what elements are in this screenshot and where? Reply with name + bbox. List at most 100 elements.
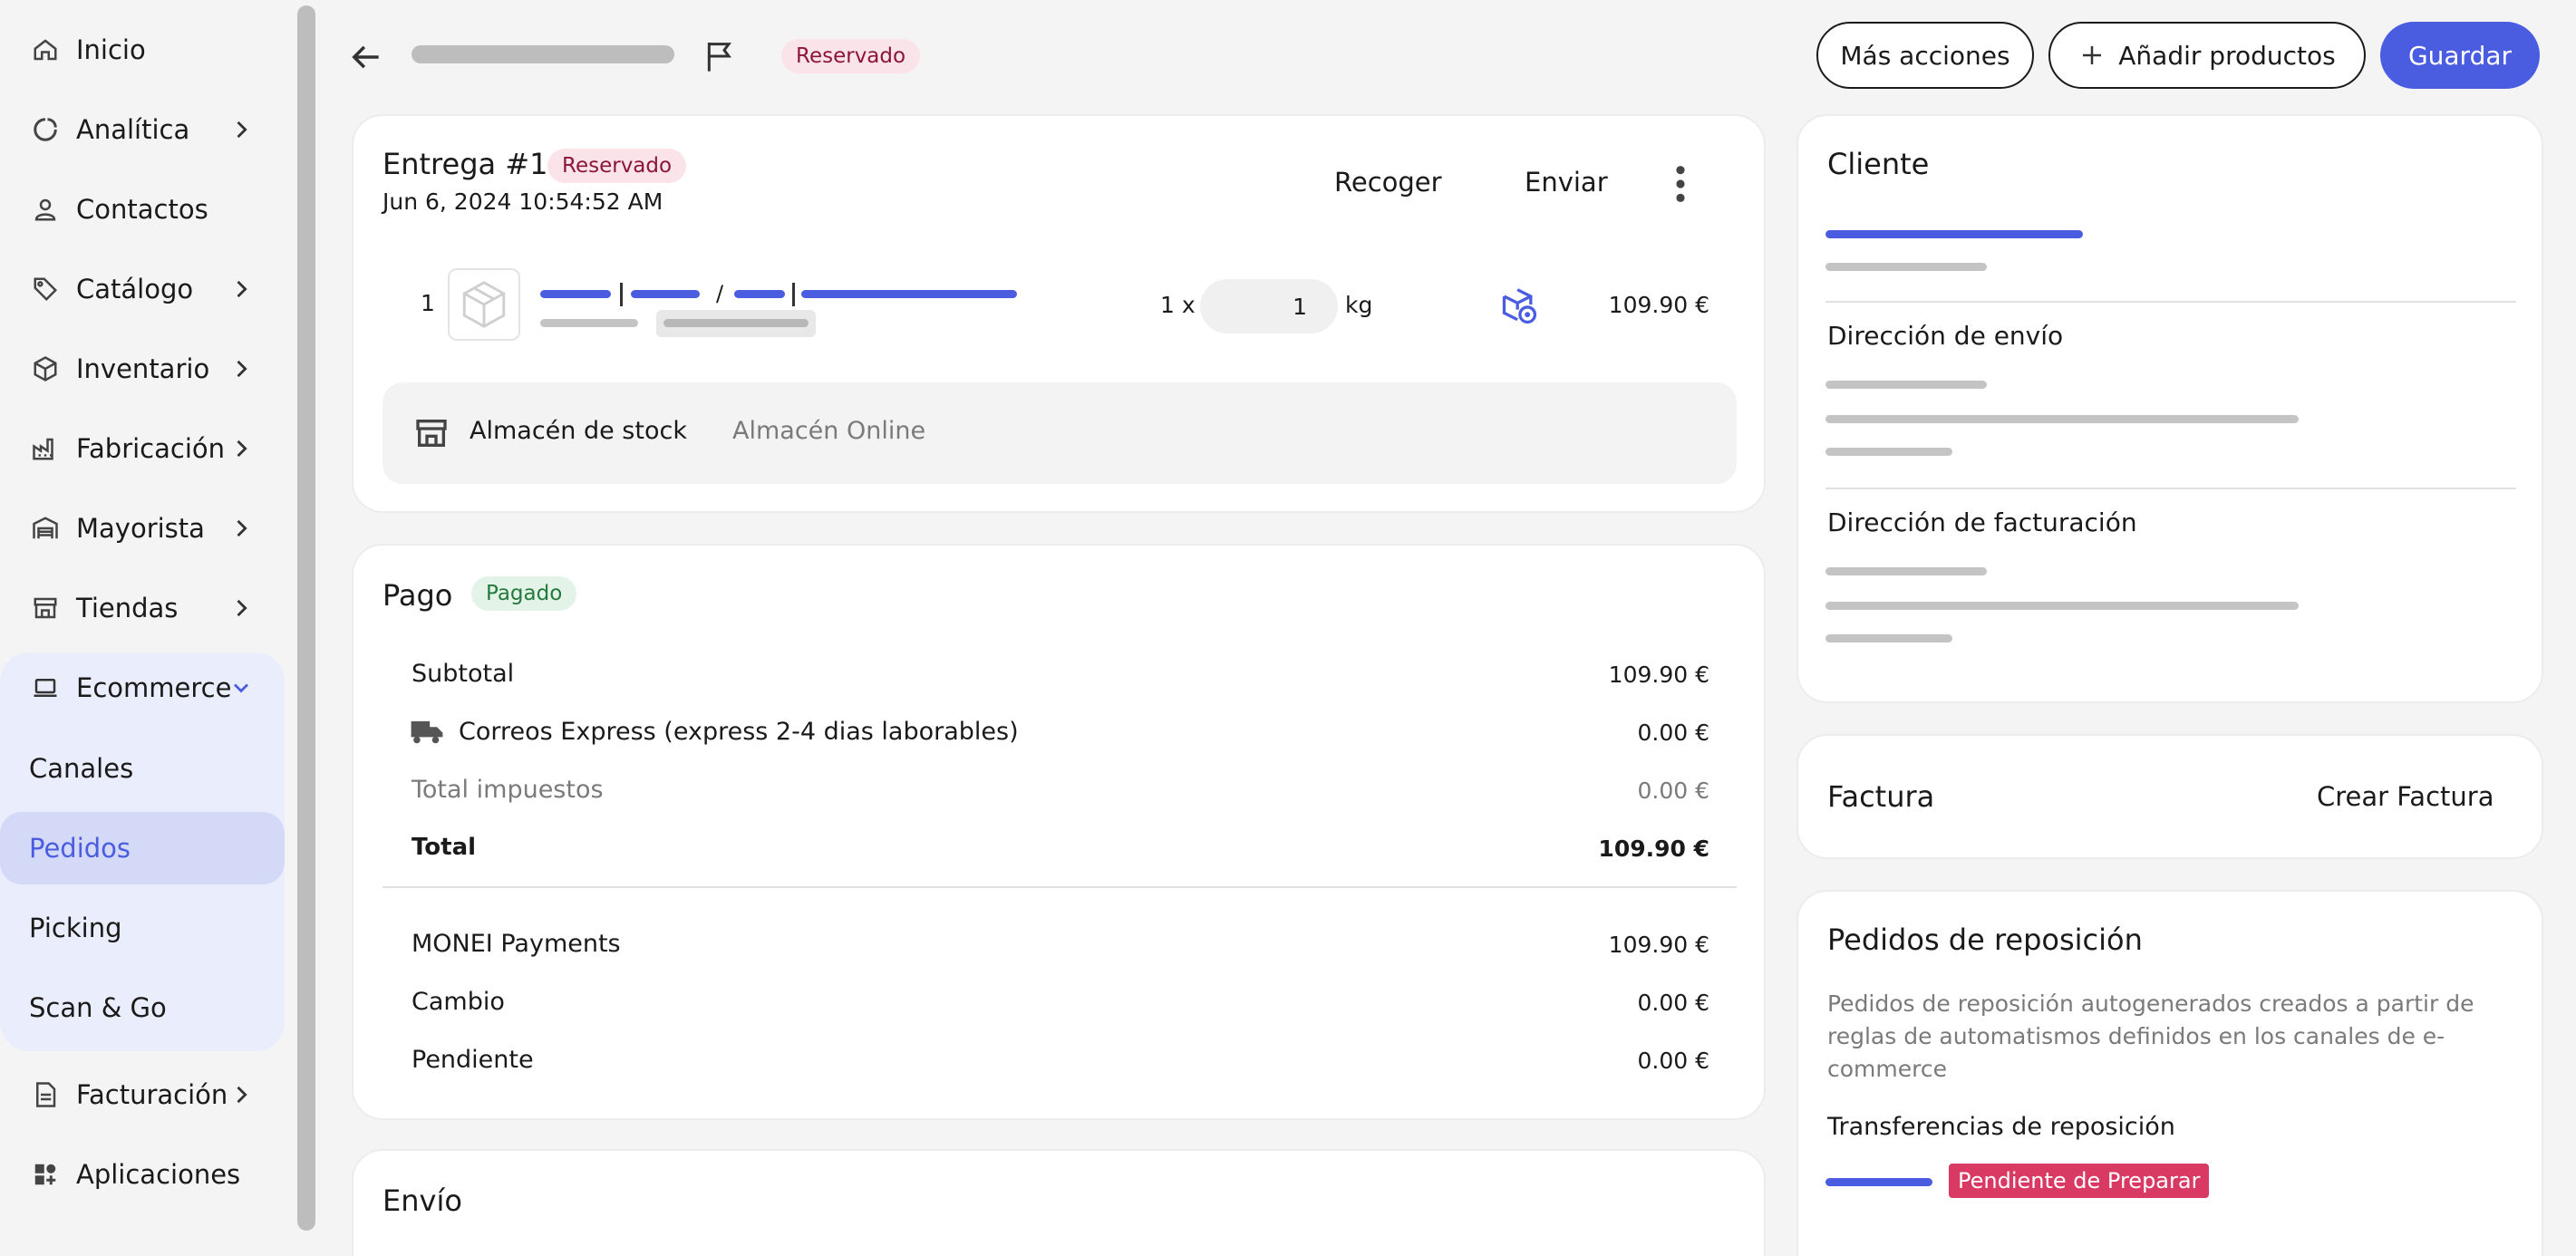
transfers-title: Transferencias de reposición — [1827, 1113, 2175, 1141]
truck-icon — [411, 720, 443, 744]
change-value: 0.00 € — [1637, 990, 1709, 1016]
chevron-right-icon — [237, 1086, 247, 1104]
sidebar-item-label: Facturación — [76, 1079, 228, 1110]
replenishment-card: Pedidos de reposición Pedidos de reposic… — [1796, 890, 2543, 1256]
separator — [792, 283, 795, 306]
chevron-down-icon — [234, 683, 248, 693]
product-sku-placeholder — [801, 290, 1017, 298]
sidebar-item-label: Inventario — [76, 353, 210, 384]
subtotal-label: Subtotal — [412, 660, 515, 688]
sidebar-subitem-canales[interactable]: Canales — [0, 732, 285, 805]
save-button[interactable]: Guardar — [2380, 22, 2540, 89]
line-index: 1 — [421, 290, 435, 316]
taxes-value: 0.00 € — [1637, 778, 1709, 804]
sidebar-item-catalogo[interactable]: Catálogo — [0, 249, 294, 329]
line-price: 109.90 € — [1608, 292, 1709, 318]
total-value: 109.90 € — [1598, 836, 1709, 862]
delivery-date: Jun 6, 2024 10:54:52 AM — [383, 188, 663, 215]
store-icon — [416, 420, 447, 447]
sidebar-item-mayorista[interactable]: Mayorista — [0, 488, 294, 568]
tag-icon — [29, 273, 62, 305]
payment-card: Pago Pagado Subtotal 109.90 € Correos Ex… — [352, 544, 1766, 1120]
customer-divider — [1825, 301, 2516, 303]
shipping-address-line — [1825, 448, 1952, 456]
sidebar-item-inicio[interactable]: Inicio — [0, 10, 294, 90]
product-name-placeholder[interactable] — [540, 290, 611, 298]
sidebar-subitem-label: Picking — [29, 913, 122, 943]
ship-button[interactable]: Enviar — [1525, 167, 1608, 198]
box-icon — [29, 353, 62, 385]
payment-method-label: MONEI Payments — [412, 930, 621, 958]
warehouse-value[interactable]: Almacén Online — [732, 417, 925, 445]
product-thumbnail[interactable] — [448, 268, 520, 341]
more-actions-button[interactable]: Más acciones — [1816, 22, 2034, 89]
sidebar-item-label: Inicio — [76, 34, 146, 65]
sidebar-item-aplicaciones[interactable]: Aplicaciones — [0, 1135, 294, 1214]
laptop-icon — [29, 671, 62, 704]
billing-address-line — [1825, 567, 1987, 575]
replenishment-description: Pedidos de reposición autogenerados crea… — [1827, 990, 2474, 1082]
sidebar-item-tiendas[interactable]: Tiendas — [0, 568, 294, 648]
quantity-input[interactable]: 1 — [1200, 279, 1338, 333]
add-products-label: Añadir productos — [2118, 40, 2336, 71]
unit-label: kg — [1345, 292, 1373, 318]
qty-prefix: 1 x — [1160, 292, 1196, 318]
sidebar-item-label: Analítica — [76, 114, 190, 145]
chevron-right-icon — [237, 519, 247, 537]
sidebar-subitem-label: Canales — [29, 753, 134, 784]
payment-title: Pago — [383, 578, 453, 613]
sidebar-item-fabricacion[interactable]: Fabricación — [0, 409, 294, 488]
sidebar-subitem-picking[interactable]: Picking — [0, 892, 285, 964]
sidebar-item-label: Ecommerce — [76, 672, 232, 703]
ecommerce-group: Ecommerce Canales Pedidos Picking Scan &… — [0, 652, 285, 1051]
sidebar-item-label: Tiendas — [76, 593, 179, 623]
shipping-card: Envío — [352, 1149, 1766, 1256]
sidebar-item-contactos[interactable]: Contactos — [0, 169, 294, 249]
shipping-method-value: 0.00 € — [1637, 720, 1709, 746]
total-label: Total — [412, 834, 477, 861]
chevron-right-icon — [237, 121, 247, 139]
store-icon — [29, 592, 62, 624]
sidebar-item-inventario[interactable]: Inventario — [0, 329, 294, 409]
sidebar: Inicio Analítica Contactos Catálogo Inve… — [0, 0, 294, 1256]
warehouse-label: Almacén de stock — [470, 417, 687, 445]
payment-status-badge: Pagado — [471, 576, 577, 611]
payment-divider — [383, 886, 1737, 888]
transfer-id-placeholder[interactable] — [1825, 1178, 1932, 1186]
sidebar-subitem-scan-go[interactable]: Scan & Go — [0, 971, 285, 1044]
sidebar-scrollbar[interactable] — [297, 5, 315, 1231]
sidebar-item-analitica[interactable]: Analítica — [0, 90, 294, 169]
chevron-right-icon — [237, 280, 247, 298]
product-variant-placeholder — [631, 290, 700, 298]
customer-email-placeholder — [1825, 263, 1987, 271]
sidebar-item-label: Fabricación — [76, 433, 226, 464]
pickup-button[interactable]: Recoger — [1334, 167, 1442, 198]
chevron-right-icon — [237, 360, 247, 378]
user-icon — [29, 193, 62, 226]
invoice-title: Factura — [1827, 779, 1935, 814]
product-variant-placeholder — [734, 290, 785, 298]
shipping-address-line — [1825, 381, 1987, 389]
apps-icon — [29, 1158, 62, 1191]
add-products-button[interactable]: Añadir productos — [2048, 22, 2366, 89]
status-badge: Reservado — [781, 39, 921, 73]
slash-separator: / — [716, 281, 724, 306]
product-placeholder-icon — [462, 281, 506, 328]
separator — [620, 283, 623, 306]
warehouse-icon — [29, 512, 62, 545]
shipping-method-label: Correos Express (express 2-4 dias labora… — [459, 718, 1019, 746]
chevron-right-icon — [237, 440, 247, 458]
analytics-icon — [29, 113, 62, 146]
sidebar-item-label: Catálogo — [76, 274, 194, 304]
back-arrow-icon[interactable] — [348, 40, 386, 74]
shipping-card-title: Envío — [383, 1184, 462, 1218]
sidebar-subitem-pedidos[interactable]: Pedidos — [0, 812, 285, 884]
create-invoice-button[interactable]: Crear Factura — [2317, 781, 2494, 812]
sidebar-item-ecommerce[interactable]: Ecommerce — [0, 648, 285, 728]
kebab-menu-icon[interactable] — [1670, 163, 1691, 205]
customer-title: Cliente — [1827, 147, 1930, 181]
customer-name-placeholder[interactable] — [1825, 230, 2083, 238]
flag-icon[interactable] — [702, 38, 738, 74]
sidebar-item-label: Contactos — [76, 194, 208, 225]
sidebar-item-facturacion[interactable]: Facturación — [0, 1055, 294, 1135]
